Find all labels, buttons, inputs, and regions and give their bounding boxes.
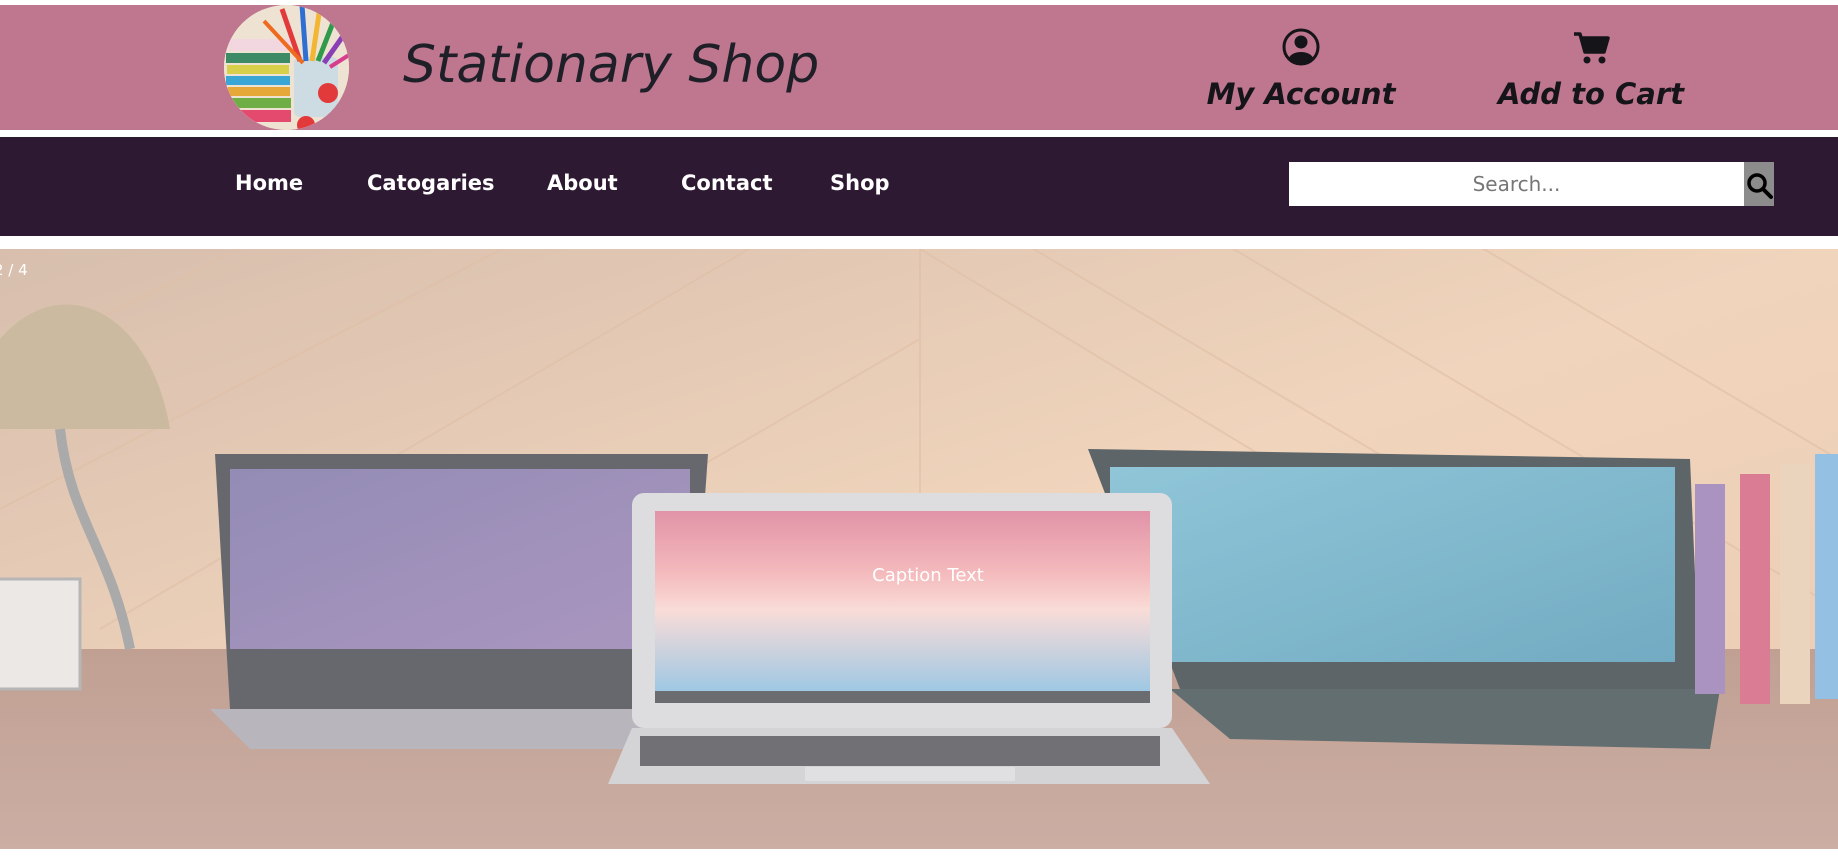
- main-navbar: Home Catogaries About Contact Shop: [0, 137, 1838, 236]
- nav-item-contact[interactable]: Contact: [681, 171, 773, 195]
- add-to-cart-label: Add to Cart: [1497, 77, 1685, 111]
- user-circle-icon: [1282, 28, 1320, 66]
- slide-counter: 2 / 4: [0, 261, 28, 279]
- my-account-label: My Account: [1206, 77, 1396, 111]
- search-button[interactable]: [1744, 162, 1774, 206]
- hero-slideshow: 2 / 4 Caption Text: [0, 249, 1838, 849]
- nav-item-about[interactable]: About: [547, 171, 618, 195]
- nav-item-catogaries[interactable]: Catogaries: [367, 171, 495, 195]
- slide-caption: Caption Text: [872, 565, 984, 586]
- site-header: Stationary Shop My Account Add to Cart: [0, 5, 1838, 130]
- slide-image: [0, 249, 1838, 849]
- nav-item-home[interactable]: Home: [235, 171, 303, 195]
- my-account-link[interactable]: My Account: [1181, 27, 1421, 111]
- site-title: Stationary Shop: [403, 35, 820, 95]
- add-to-cart-link[interactable]: Add to Cart: [1471, 27, 1711, 111]
- shopping-cart-icon: [1574, 32, 1610, 64]
- search-input[interactable]: [1289, 162, 1744, 206]
- search-icon: [1747, 173, 1773, 199]
- shop-logo[interactable]: [224, 5, 349, 130]
- nav-item-shop[interactable]: Shop: [830, 171, 890, 195]
